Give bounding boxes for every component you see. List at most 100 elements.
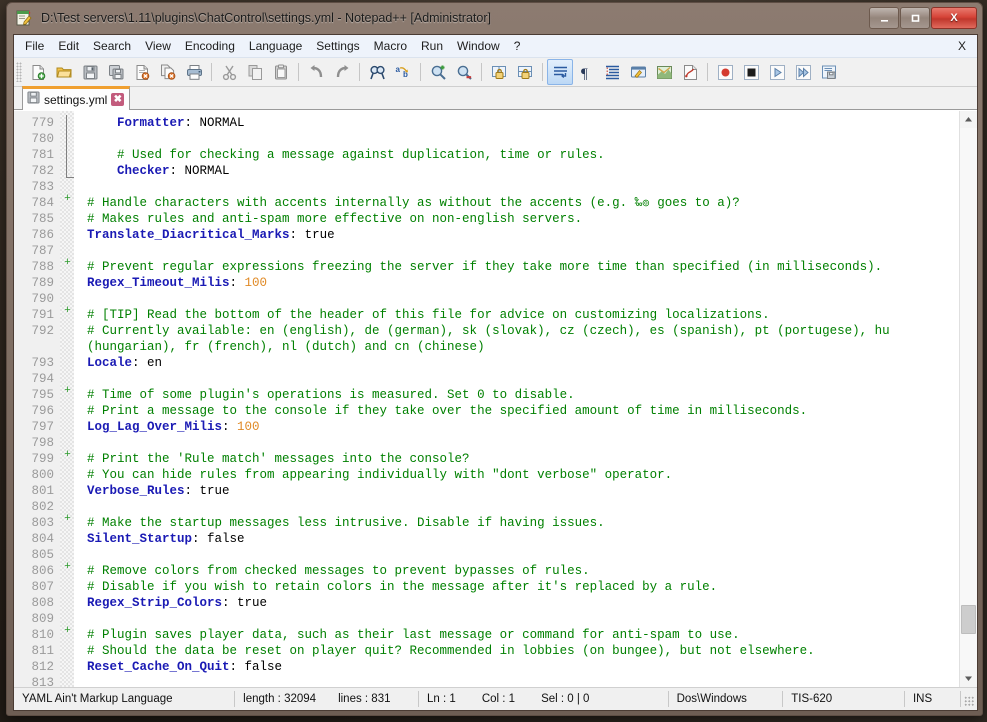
menu-file[interactable]: File — [18, 36, 51, 56]
code-line[interactable]: Log_Lag_Over_Milis: 100 — [87, 419, 959, 435]
maximize-button[interactable] — [900, 7, 930, 29]
code-line[interactable] — [87, 675, 959, 687]
code-line[interactable]: # Time of some plugin's operations is me… — [87, 387, 959, 403]
menu-language[interactable]: Language — [242, 36, 309, 56]
status-insert-mode[interactable]: INS — [905, 691, 961, 707]
code-line[interactable]: # Plugin saves player data, such as thei… — [87, 627, 959, 643]
resize-grip[interactable] — [961, 691, 977, 707]
find-icon[interactable] — [364, 59, 390, 85]
menu-help[interactable]: ? — [507, 36, 528, 56]
document-map-icon[interactable] — [651, 59, 677, 85]
tab-settings-yml[interactable]: settings.yml ✖ — [22, 86, 131, 110]
redo-icon[interactable] — [329, 59, 355, 85]
print-icon[interactable] — [181, 59, 207, 85]
fold-expand-icon[interactable]: + — [63, 306, 72, 317]
save-macro-icon[interactable] — [816, 59, 842, 85]
code-line[interactable]: # Make the startup messages less intrusi… — [87, 515, 959, 531]
code-line[interactable]: Checker: NORMAL — [87, 163, 959, 179]
code-line[interactable]: # Print a message to the console if they… — [87, 403, 959, 419]
menu-settings[interactable]: Settings — [309, 36, 366, 56]
tab-close-icon[interactable]: ✖ — [111, 93, 125, 106]
fold-expand-icon[interactable]: + — [63, 514, 72, 525]
record-macro-icon[interactable] — [712, 59, 738, 85]
code-line[interactable] — [87, 611, 959, 627]
code-line[interactable]: # Handle characters with accents interna… — [87, 195, 959, 211]
zoom-out-icon[interactable] — [451, 59, 477, 85]
text-editor[interactable]: 779 780 781 782 783 784 785 786 787 788 789 790 791 7… — [14, 111, 959, 687]
code-line[interactable] — [87, 179, 959, 195]
menu-macro[interactable]: Macro — [367, 36, 414, 56]
show-indent-guide-icon[interactable] — [599, 59, 625, 85]
code-line[interactable]: # Used for checking a message against du… — [87, 147, 959, 163]
code-line[interactable]: Locale: en — [87, 355, 959, 371]
code-line[interactable] — [87, 499, 959, 515]
code-line[interactable]: # Disable if you wish to retain colors i… — [87, 579, 959, 595]
code-line[interactable]: Regex_Timeout_Milis: 100 — [87, 275, 959, 291]
user-defined-dialog-icon[interactable] — [625, 59, 651, 85]
vertical-scrollbar[interactable] — [959, 111, 977, 687]
close-button[interactable]: X — [931, 7, 977, 29]
stop-macro-icon[interactable] — [738, 59, 764, 85]
code-line[interactable]: # Remove colors from checked messages to… — [87, 563, 959, 579]
menu-encoding[interactable]: Encoding — [178, 36, 242, 56]
close-document-button[interactable]: X — [951, 36, 973, 56]
code-line[interactable] — [87, 547, 959, 563]
function-list-icon[interactable] — [677, 59, 703, 85]
fold-expand-icon[interactable]: + — [63, 626, 72, 637]
code-line[interactable]: Regex_Strip_Colors: true — [87, 595, 959, 611]
scrollbar-track[interactable] — [960, 128, 977, 670]
code-line[interactable]: # Print the 'Rule match' messages into t… — [87, 451, 959, 467]
menu-window[interactable]: Window — [450, 36, 507, 56]
code-line[interactable] — [87, 131, 959, 147]
undo-icon[interactable] — [303, 59, 329, 85]
code-line[interactable]: # You can hide rules from appearing indi… — [87, 467, 959, 483]
code-line[interactable]: Formatter: NORMAL — [87, 115, 959, 131]
code-line[interactable]: # Prevent regular expressions freezing t… — [87, 259, 959, 275]
code-line[interactable] — [87, 371, 959, 387]
code-line[interactable]: # Makes rules and anti-spam more effecti… — [87, 211, 959, 227]
status-encoding[interactable]: TIS-620 — [783, 691, 905, 707]
close-file-icon[interactable] — [129, 59, 155, 85]
code-content[interactable]: Formatter: NORMAL # Used for checking a … — [74, 111, 959, 687]
sync-vertical-scroll-icon[interactable] — [486, 59, 512, 85]
code-folding-margin[interactable]: + + + + + + + + — [60, 111, 74, 687]
run-macro-multiple-icon[interactable] — [790, 59, 816, 85]
minimize-button[interactable] — [869, 7, 899, 29]
code-line[interactable]: Verbose_Rules: true — [87, 483, 959, 499]
code-line[interactable]: # [TIP] Read the bottom of the header of… — [87, 307, 959, 323]
zoom-in-icon[interactable] — [425, 59, 451, 85]
word-wrap-icon[interactable] — [547, 59, 573, 85]
fold-expand-icon[interactable]: + — [63, 194, 72, 205]
paste-icon[interactable] — [268, 59, 294, 85]
scroll-up-arrow[interactable] — [960, 111, 977, 128]
menu-search[interactable]: Search — [86, 36, 138, 56]
menu-edit[interactable]: Edit — [51, 36, 86, 56]
fold-expand-icon[interactable]: + — [63, 386, 72, 397]
code-line[interactable]: Silent_Startup: false — [87, 531, 959, 547]
show-all-characters-icon[interactable]: ¶ — [573, 59, 599, 85]
code-line[interactable] — [87, 291, 959, 307]
status-eol-format[interactable]: Dos\Windows — [669, 691, 784, 707]
save-all-icon[interactable] — [103, 59, 129, 85]
save-icon[interactable] — [77, 59, 103, 85]
scrollbar-thumb[interactable] — [961, 604, 976, 635]
code-line[interactable]: Reset_Cache_On_Quit: false — [87, 659, 959, 675]
sync-horizontal-scroll-icon[interactable] — [512, 59, 538, 85]
fold-expand-icon[interactable]: + — [63, 562, 72, 573]
open-file-icon[interactable] — [51, 59, 77, 85]
menu-view[interactable]: View — [138, 36, 178, 56]
code-line-wrapped[interactable]: (hungarian), fr (french), nl (dutch) and… — [87, 339, 959, 355]
close-all-files-icon[interactable] — [155, 59, 181, 85]
code-line[interactable]: Translate_Diacritical_Marks: true — [87, 227, 959, 243]
cut-icon[interactable] — [216, 59, 242, 85]
code-line[interactable] — [87, 435, 959, 451]
menu-run[interactable]: Run — [414, 36, 450, 56]
code-line[interactable]: # Should the data be reset on player qui… — [87, 643, 959, 659]
toolbar-grip[interactable] — [16, 62, 22, 82]
new-file-icon[interactable] — [25, 59, 51, 85]
fold-expand-icon[interactable]: + — [63, 450, 72, 461]
copy-icon[interactable] — [242, 59, 268, 85]
play-macro-icon[interactable] — [764, 59, 790, 85]
code-line[interactable] — [87, 243, 959, 259]
replace-icon[interactable]: a b — [390, 59, 416, 85]
